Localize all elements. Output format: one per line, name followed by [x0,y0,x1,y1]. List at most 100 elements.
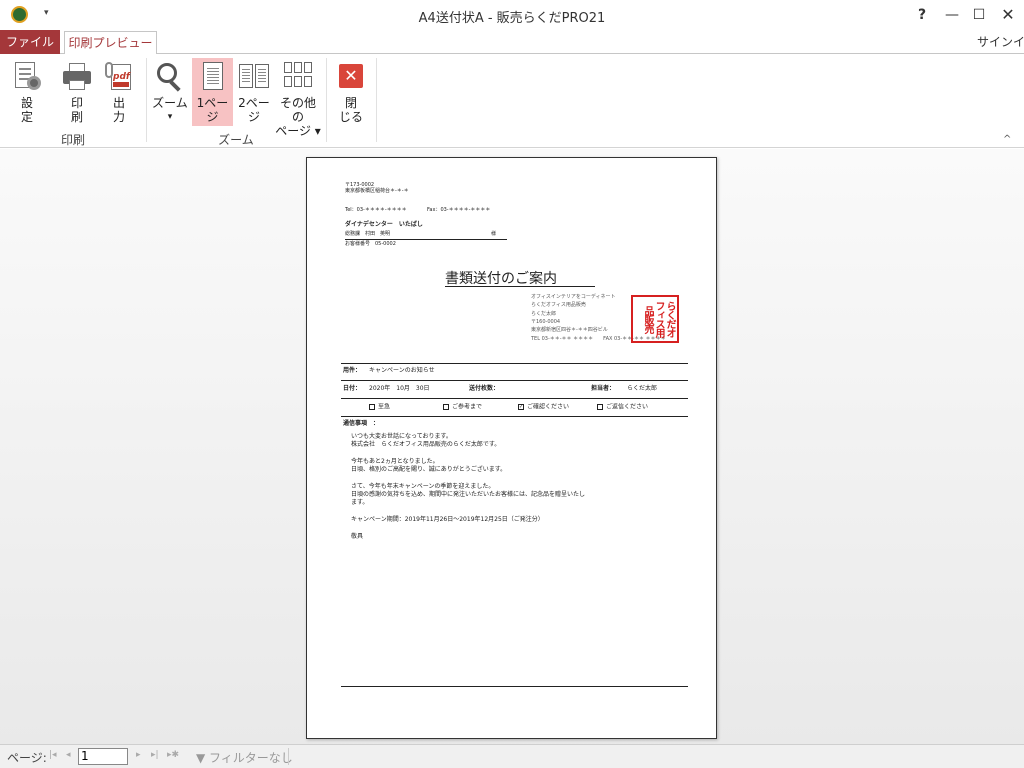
checkbox-icon [597,404,603,410]
group-separator [146,58,147,142]
two-page-button[interactable]: 2ペー ジ [235,58,273,126]
close-label-1: 閉 [344,96,357,110]
checkbox-icon [369,404,375,410]
print-button[interactable]: 印 刷 [58,58,96,126]
collapse-ribbon-icon[interactable]: ^ [1003,134,1011,145]
honorific: 様 [491,231,497,237]
maximize-button[interactable]: ☐ [966,5,992,25]
zoom-label: ズーム [152,96,188,110]
notes-label: 通信事項 ： [343,420,380,427]
filter-status[interactable]: ▼ フィルターなし [196,749,293,766]
pdf-icon: pdf [103,60,135,92]
recipient-company: ダイナデセンター いたばし [345,221,423,228]
close-label-2: じる [338,110,363,124]
checkbox-label: ご確認ください [527,403,570,411]
zoom-dropdown-icon: ▾ [167,112,173,122]
settings-button[interactable]: 設 定 [8,58,46,126]
ribbon: 設 定 印 刷 pdf 出 力 印刷 ズーム ▾ 1ペー ジ 2ペー ジ その他… [0,54,1024,148]
help-button[interactable]: ? [909,5,935,25]
print-label-2: 刷 [70,110,83,124]
body-line: キャンペーン期間：2019年11月26日～2019年12月25日（ご発注分） [351,516,544,523]
divider-line [341,416,688,417]
checkbox-confirm: ✓ ご確認ください [518,404,569,411]
two-page-label-1: 2ペー [238,96,270,110]
tab-print-preview[interactable]: 印刷プレビュー [64,31,157,55]
title-underline [445,286,595,287]
body-line: 日頃の感謝の気持ちを込め、期間中に発注いただいたお客様には、記念品を贈呈いたし [351,491,586,498]
zoom-group-label: ズーム [218,133,254,147]
body-line: 日頃、格別のご高配を賜り、誠にありがとうございます。 [351,466,507,473]
other-pages-button[interactable]: その他の ページ ▾ [275,58,321,138]
title-bar: ▾ A4送付状A - 販売らくだPRO21 ? — ☐ ✕ [0,0,1024,30]
output-label-1: 出 [112,96,125,110]
company-tagline: オフィスインテリアをコーディネート [531,294,616,300]
checkbox-reply: ご返信ください [597,404,648,411]
person-value: らくだ太郎 [627,385,658,392]
last-page-icon[interactable]: ▸| [151,750,159,760]
divider-line [341,363,688,364]
window-title: A4送付状A - 販売らくだPRO21 [418,11,606,26]
checkbox-reference: ご参考まで [443,404,482,411]
group-separator [376,58,377,142]
magnifier-icon [154,60,186,92]
output-label-2: 力 [112,110,125,124]
page-setup-icon [11,60,43,92]
document-page: 〒173-0002 東京都板橋区稲荷台＊-＊-＊ Tel：03-＊＊＊＊-＊＊＊… [306,157,717,739]
checkbox-label: ご参考まで [452,403,483,411]
body-line: 敬具 [351,533,364,540]
subject-label: 用件： [343,367,362,374]
minimize-button[interactable]: — [939,5,965,25]
tab-file[interactable]: ファイル [0,30,60,54]
checkbox-urgent: 至急 [369,404,390,411]
new-record-icon[interactable]: ▸✱ [167,750,179,760]
status-separator [288,748,289,765]
company-person: らくだ太郎 [531,311,557,317]
company-zip: 〒160-0004 [531,319,561,325]
checkbox-icon: ✓ [518,404,524,410]
multiple-pages-icon [282,60,314,92]
prev-page-icon[interactable]: ◂ [66,750,71,760]
single-page-icon [197,60,229,92]
company-stamp: らくだオフィス用品販売 [631,295,679,343]
company-name: らくだオフィス用品販売 [531,302,586,308]
close-preview-button[interactable]: ✕ 閉 じる [332,58,370,126]
two-pages-icon [238,60,270,92]
body-line: 株式会社 らくだオフィス用品販売のらくだ太郎です。 [351,441,501,448]
preview-area[interactable]: 〒173-0002 東京都板橋区稲荷台＊-＊-＊ Tel：03-＊＊＊＊-＊＊＊… [0,149,1024,744]
settings-label-2: 定 [20,110,33,124]
body-line: ます。 [351,499,369,506]
close-icon: ✕ [335,60,367,92]
checkbox-label: ご返信ください [606,403,649,411]
company-address: 東京都新宿区四谷＊-＊＊四谷ビル [531,327,608,333]
other-pages-label-1: その他の [279,96,316,124]
subject-value: キャンペーンのお知らせ [369,367,435,374]
customer-number: お客様番号 05-0002 [345,241,396,247]
body-line: 今年もあと2ヵ月となりました。 [351,458,439,465]
next-page-icon[interactable]: ▸ [136,750,141,760]
first-page-icon[interactable]: |◂ [49,750,57,760]
one-page-label-2: ジ [206,110,219,124]
date-value: 2020年 10月 30日 [369,385,430,392]
output-pdf-button[interactable]: pdf 出 力 [100,58,138,126]
recipient-person: 総務課 村田 英明 [345,231,391,237]
divider-line [341,398,688,399]
body-line: いつも大変お世話になっております。 [351,433,452,440]
page-number-input[interactable]: 1 [78,748,128,765]
checkbox-label: 至急 [378,403,391,411]
one-page-label-1: 1ペー [196,96,229,110]
pages-label: 送付枚数： [469,385,500,392]
settings-label-1: 設 [20,96,33,110]
print-label-1: 印 [70,96,83,110]
close-window-button[interactable]: ✕ [995,5,1021,25]
sender-address: 東京都板橋区稲荷台＊-＊-＊ [345,188,409,194]
one-page-button[interactable]: 1ペー ジ [192,58,233,126]
bottom-divider-line [341,686,688,687]
divider-line [341,380,688,381]
group-separator [326,58,327,142]
page-label: ページ: [7,751,47,765]
document-title: 書類送付のご案内 [445,271,557,287]
signin-link[interactable]: サインイン [977,33,1024,50]
printer-icon [61,60,93,92]
zoom-button[interactable]: ズーム ▾ [150,58,190,126]
checkbox-icon [443,404,449,410]
